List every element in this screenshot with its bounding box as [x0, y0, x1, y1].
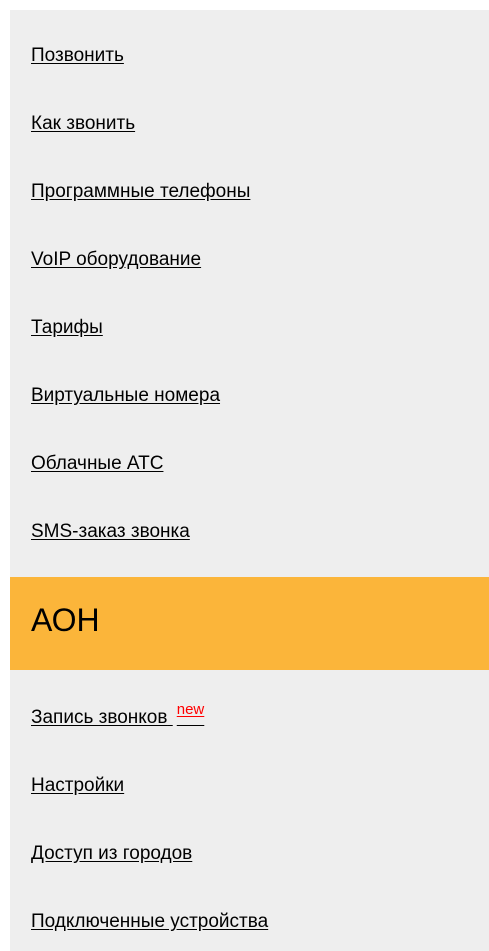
menu-item-sms-callback[interactable]: SMS-заказ звонка: [31, 521, 190, 543]
menu-item-caller-id-active[interactable]: АОН: [10, 577, 489, 670]
menu-item-how-to-call[interactable]: Как звонить: [31, 113, 135, 135]
new-badge: new: [176, 701, 205, 718]
active-item-label: АОН: [31, 602, 100, 638]
menu-item-softphones[interactable]: Программные телефоны: [31, 181, 250, 203]
sidebar-menu: Позвонить Как звонить Программные телефо…: [10, 10, 489, 951]
menu-item-city-access[interactable]: Доступ из городов: [31, 843, 192, 865]
call-recording-label: Запись звонков: [31, 707, 168, 728]
menu-item-settings[interactable]: Настройки: [31, 775, 124, 797]
menu-item-tariffs[interactable]: Тарифы: [31, 317, 103, 339]
menu-item-connected-devices[interactable]: Подключенные устройства: [31, 911, 268, 933]
menu-item-virtual-numbers[interactable]: Виртуальные номера: [31, 385, 220, 407]
menu-item-call-recording[interactable]: Запись звонков new: [31, 701, 204, 730]
menu-item-cloud-pbx[interactable]: Облачные АТС: [31, 453, 163, 475]
menu-item-call[interactable]: Позвонить: [31, 45, 124, 67]
menu-item-voip-equipment[interactable]: VoIP оборудование: [31, 249, 201, 271]
